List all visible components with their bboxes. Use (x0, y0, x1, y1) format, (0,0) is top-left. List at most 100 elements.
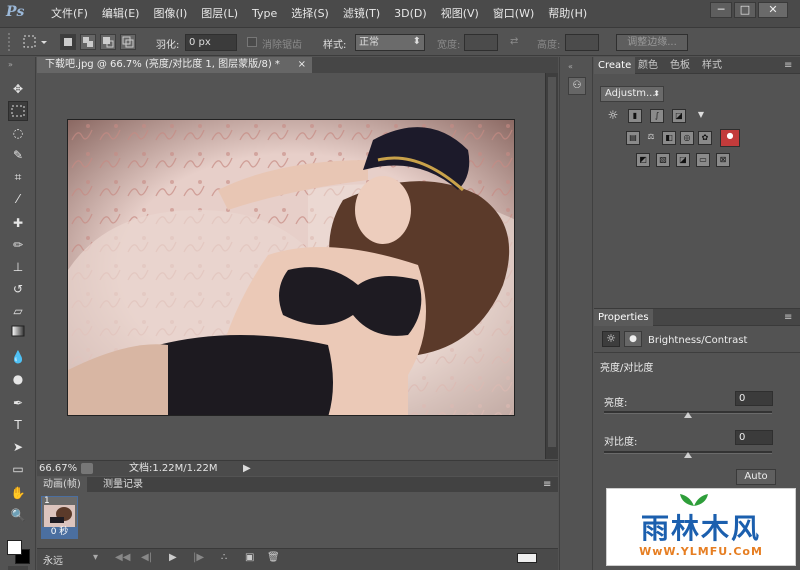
pen-tool-icon[interactable]: ✒ (8, 393, 28, 413)
crop-tool-icon[interactable]: ⌗ (8, 167, 28, 187)
move-tool-icon[interactable]: ✥ (8, 79, 28, 99)
eyedropper-tool-icon[interactable]: ⁄ (8, 189, 28, 209)
contrast-input[interactable]: 0 (735, 430, 773, 445)
zoom-level[interactable]: 66.67% (39, 461, 77, 476)
tab-color[interactable]: 颜色 (634, 57, 662, 74)
style-select[interactable]: 正常 ⬍ (355, 34, 425, 51)
eraser-tool-icon[interactable]: ▱ (8, 301, 28, 321)
gradient-map-icon[interactable]: ▭ (696, 153, 710, 167)
loop-dropdown-icon[interactable]: ▾ (93, 552, 98, 563)
menu-layer[interactable]: 图层(L) (194, 0, 245, 28)
tab-styles[interactable]: 样式 (698, 57, 726, 74)
brightness-input[interactable]: 0 (735, 391, 773, 406)
history-brush-tool-icon[interactable]: ↺ (8, 279, 28, 299)
feather-input[interactable]: 0 px (185, 34, 237, 51)
gradient-tool-icon[interactable] (8, 323, 28, 343)
tab-measurement-log[interactable]: 测量记录 (97, 477, 149, 492)
path-select-tool-icon[interactable]: ➤ (8, 437, 28, 457)
play-icon[interactable]: ▶ (169, 552, 177, 563)
prev-frame-icon[interactable]: ◀| (141, 552, 152, 563)
color-balance-icon[interactable]: ⚖ (644, 131, 658, 145)
document-canvas[interactable] (37, 73, 545, 459)
clone-stamp-tool-icon[interactable]: ⊥ (8, 257, 28, 277)
invert-icon[interactable]: ◩ (636, 153, 650, 167)
status-menu-arrow-icon[interactable]: ▶ (243, 461, 251, 476)
lasso-tool-icon[interactable]: ◌ (8, 123, 28, 143)
maximize-button[interactable]: □ (734, 2, 756, 18)
canvas-vertical-scrollbar[interactable] (545, 73, 558, 459)
menu-3d[interactable]: 3D(D) (387, 0, 434, 28)
subtract-selection-button[interactable] (100, 34, 116, 50)
menu-select[interactable]: 选择(S) (284, 0, 336, 28)
menu-view[interactable]: 视图(V) (434, 0, 486, 28)
blur-tool-icon[interactable]: 💧 (8, 347, 28, 367)
close-button[interactable]: ✕ (758, 2, 788, 18)
tween-icon[interactable]: ∴ (221, 552, 227, 563)
panel-menu-icon[interactable]: ≡ (780, 57, 796, 74)
rect-marquee-tool-icon[interactable] (8, 101, 28, 121)
threshold-icon[interactable]: ◪ (676, 153, 690, 167)
contrast-slider-thumb[interactable] (684, 452, 692, 458)
expand-panels-icon[interactable]: « (568, 62, 573, 71)
close-tab-icon[interactable]: × (298, 57, 306, 73)
document-tab[interactable]: 下载吧.jpg @ 66.7% (亮度/对比度 1, 图层蒙版/8) * × (37, 57, 312, 73)
brightness-icon[interactable]: ☼ (606, 109, 620, 123)
menu-file[interactable]: 文件(F) (44, 0, 95, 28)
selective-color-icon[interactable]: ⊠ (716, 153, 730, 167)
history-panel-icon[interactable]: ⚇ (568, 77, 586, 95)
auto-button[interactable]: Auto (736, 469, 776, 485)
dodge-tool-icon[interactable]: ● (8, 369, 28, 389)
menu-image[interactable]: 图像(I) (146, 0, 194, 28)
menu-help[interactable]: 帮助(H) (541, 0, 594, 28)
channel-mixer-icon[interactable]: ✿ (698, 131, 712, 145)
duplicate-frame-icon[interactable]: ▣ (245, 552, 254, 563)
status-info-icon[interactable] (81, 463, 93, 474)
tab-properties[interactable]: Properties (594, 309, 653, 326)
hue-saturation-icon[interactable]: ▤ (626, 131, 640, 145)
quick-mask-icon[interactable] (8, 566, 28, 570)
delete-frame-icon[interactable]: 🗑 (267, 552, 280, 563)
width-input[interactable] (464, 34, 498, 51)
swap-icon[interactable]: ⇄ (510, 36, 518, 47)
scroll-thumb[interactable] (548, 77, 556, 447)
anti-alias-checkbox[interactable] (247, 37, 257, 47)
add-selection-button[interactable] (80, 34, 96, 50)
vibrance-icon[interactable]: ▼ (694, 109, 708, 123)
convert-timeline-icon[interactable] (517, 553, 537, 563)
frame-delay[interactable]: 0 秒 (42, 527, 77, 538)
tab-swatches[interactable]: 色板 (666, 57, 694, 74)
type-tool-icon[interactable]: T (8, 415, 28, 435)
adjustment-preset-select[interactable]: Adjustm... ⬍ (600, 86, 664, 102)
curves-icon[interactable]: ∫ (650, 109, 664, 123)
brightness-slider-thumb[interactable] (684, 412, 692, 418)
panel-menu-icon[interactable]: ≡ (780, 309, 796, 326)
tab-create[interactable]: Create (594, 57, 636, 74)
color-lookup-icon[interactable]: ● (720, 129, 740, 147)
layer-mask-icon[interactable]: ● (624, 331, 642, 347)
panel-menu-icon[interactable]: ≡ (537, 477, 557, 492)
animation-frame[interactable]: 1 0 秒 (41, 496, 78, 539)
photo-filter-icon[interactable]: ◎ (680, 131, 694, 145)
refine-edge-button[interactable]: 调整边缘... (616, 34, 688, 51)
brush-tool-icon[interactable]: ✏ (8, 235, 28, 255)
quick-select-tool-icon[interactable]: ✎ (8, 145, 28, 165)
rectangle-tool-icon[interactable]: ▭ (8, 459, 28, 479)
minimize-button[interactable]: ─ (710, 2, 732, 18)
hand-tool-icon[interactable]: ✋ (8, 483, 28, 503)
levels-icon[interactable]: ▮ (628, 109, 642, 123)
intersect-selection-button[interactable] (120, 34, 136, 50)
menu-filter[interactable]: 滤镜(T) (336, 0, 387, 28)
menu-window[interactable]: 窗口(W) (486, 0, 541, 28)
collapse-arrows-icon[interactable]: » (8, 60, 13, 69)
adjustment-type-icon[interactable]: ☼ (602, 331, 620, 347)
healing-brush-tool-icon[interactable]: ✚ (8, 213, 28, 233)
menu-type[interactable]: Type (245, 0, 284, 28)
marquee-preset-picker[interactable] (22, 33, 50, 51)
posterize-icon[interactable]: ▧ (656, 153, 670, 167)
black-white-icon[interactable]: ◧ (662, 131, 676, 145)
foreground-color-swatch[interactable] (7, 540, 22, 555)
height-input[interactable] (565, 34, 599, 51)
new-selection-button[interactable] (60, 34, 76, 50)
tab-animation-frames[interactable]: 动画(帧) (37, 477, 87, 492)
first-frame-icon[interactable]: ◀◀ (115, 552, 130, 563)
